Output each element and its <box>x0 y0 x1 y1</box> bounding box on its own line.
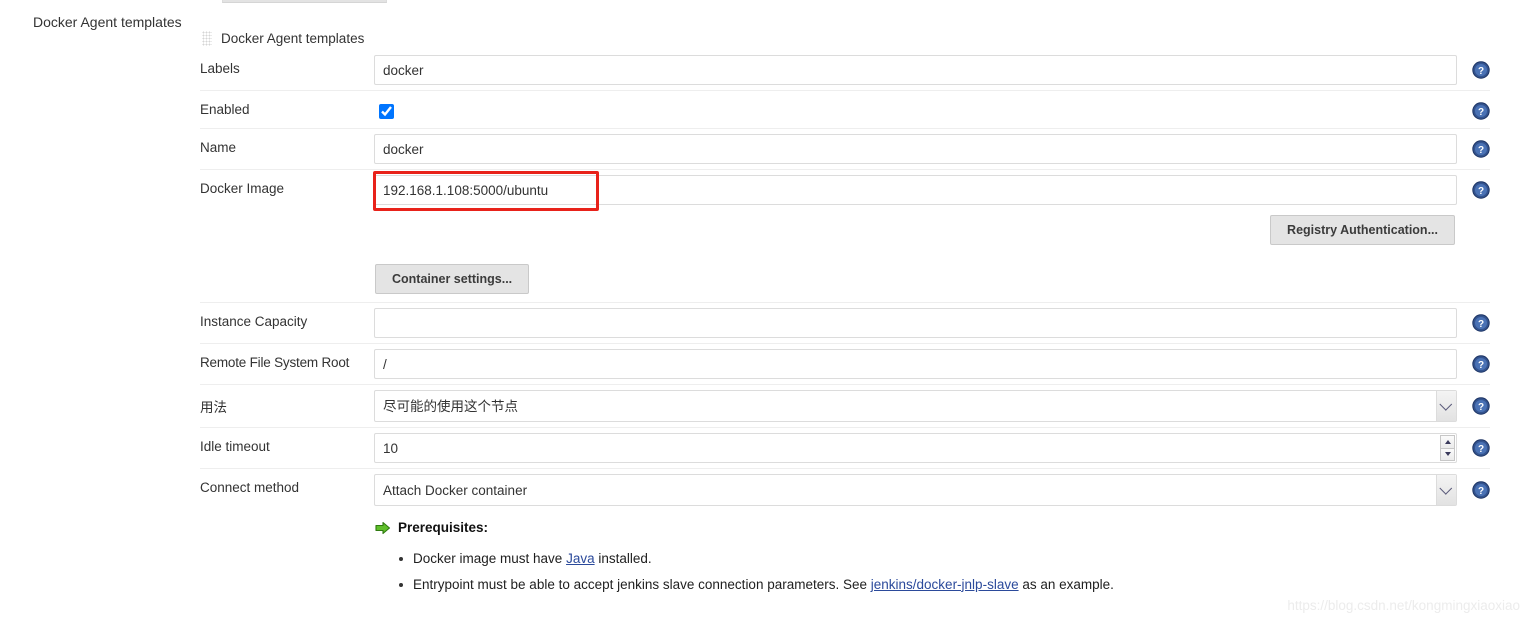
prerequisites-heading-text: Prerequisites: <box>398 520 489 535</box>
help-icon-connect-method[interactable]: ? <box>1472 481 1490 499</box>
label-usage: 用法 <box>200 400 227 415</box>
section-label-docker-agent-templates: Docker Agent templates <box>33 14 182 30</box>
prereq-1-before: Entrypoint must be able to accept jenkin… <box>413 576 871 592</box>
docker-agent-template-block: Docker Agent templates Labels ? Enabled <box>200 26 1490 511</box>
drag-grip-icon[interactable] <box>202 30 212 46</box>
svg-text:?: ? <box>1478 402 1484 413</box>
help-icon-labels[interactable]: ? <box>1472 61 1490 79</box>
row-labels: Labels ? <box>200 50 1490 90</box>
label-idle-timeout: Idle timeout <box>200 439 270 454</box>
row-connect-method: Connect method Attach Docker container ? <box>200 468 1490 511</box>
help-icon-enabled[interactable]: ? <box>1472 102 1490 120</box>
svg-text:?: ? <box>1478 360 1484 371</box>
prereq-1-after: as an example. <box>1018 576 1114 592</box>
label-connect-method: Connect method <box>200 480 300 495</box>
help-icon-idle-timeout[interactable]: ? <box>1472 439 1490 457</box>
instance-capacity-input[interactable] <box>374 308 1457 338</box>
top-cutoff-element <box>222 0 387 3</box>
svg-text:?: ? <box>1478 145 1484 156</box>
list-item: Docker image must have Java installed. <box>399 549 1425 569</box>
prerequisites-section: Prerequisites: Docker image must have Ja… <box>375 520 1425 600</box>
green-arrow-icon <box>375 521 391 534</box>
label-docker-image: Docker Image <box>200 181 285 196</box>
label-remote-fs-root: Remote File System Root <box>200 355 350 370</box>
label-name: Name <box>200 140 237 155</box>
connect-method-select[interactable]: Attach Docker container <box>374 474 1457 506</box>
container-settings-button[interactable]: Container settings... <box>375 264 530 294</box>
labels-input[interactable] <box>374 55 1457 85</box>
label-enabled: Enabled <box>200 102 250 117</box>
row-docker-image: Docker Image ? <box>200 169 1490 210</box>
usage-select[interactable]: 尽可能的使用这个节点 <box>374 390 1457 422</box>
help-icon-name[interactable]: ? <box>1472 140 1490 158</box>
svg-text:?: ? <box>1478 444 1484 455</box>
row-idle-timeout: Idle timeout ? <box>200 427 1490 468</box>
java-link[interactable]: Java <box>566 551 595 566</box>
registry-authentication-button[interactable]: Registry Authentication... <box>1270 215 1455 245</box>
label-labels: Labels <box>200 61 240 76</box>
prerequisites-heading: Prerequisites: <box>375 520 1425 535</box>
name-input[interactable] <box>374 134 1457 164</box>
docker-image-input[interactable] <box>374 175 1457 205</box>
docker-jnlp-slave-link[interactable]: jenkins/docker-jnlp-slave <box>871 577 1019 592</box>
svg-text:?: ? <box>1478 486 1484 497</box>
row-registry-authentication: Registry Authentication... <box>200 210 1490 254</box>
row-container-settings: Container settings... <box>200 254 1490 302</box>
row-instance-capacity: Instance Capacity ? <box>200 302 1490 343</box>
idle-timeout-input[interactable] <box>374 433 1457 463</box>
row-usage: 用法 尽可能的使用这个节点 ? <box>200 384 1490 427</box>
help-icon-docker-image[interactable]: ? <box>1472 181 1490 199</box>
template-header-title: Docker Agent templates <box>221 30 365 46</box>
watermark: https://blog.csdn.net/kongmingxiaoxiao <box>1287 598 1520 613</box>
svg-text:?: ? <box>1478 319 1484 330</box>
label-instance-capacity: Instance Capacity <box>200 314 308 329</box>
help-icon-remote-fs-root[interactable]: ? <box>1472 355 1490 373</box>
svg-text:?: ? <box>1478 107 1484 118</box>
list-item: Entrypoint must be able to accept jenkin… <box>399 575 1425 595</box>
row-enabled: Enabled ? <box>200 90 1490 128</box>
svg-text:?: ? <box>1478 186 1484 197</box>
enabled-checkbox[interactable] <box>379 104 394 119</box>
row-remote-fs-root: Remote File System Root ? <box>200 343 1490 384</box>
prereq-0-before: Docker image must have <box>413 551 567 566</box>
template-header: Docker Agent templates <box>200 26 1490 50</box>
svg-text:?: ? <box>1478 66 1484 77</box>
remote-fs-root-input[interactable] <box>374 349 1457 379</box>
prereq-0-after: installed. <box>594 551 652 566</box>
help-icon-instance-capacity[interactable]: ? <box>1472 314 1490 332</box>
help-icon-usage[interactable]: ? <box>1472 397 1490 415</box>
prerequisites-list: Docker image must have Java installed. E… <box>375 549 1425 594</box>
row-name: Name ? <box>200 128 1490 169</box>
